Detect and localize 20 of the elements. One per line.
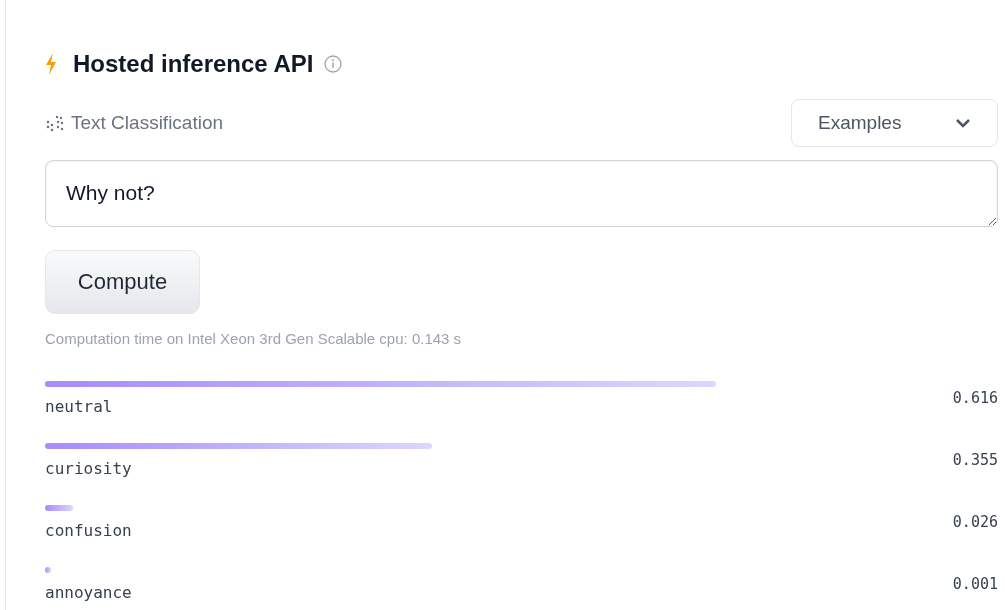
class-label: annoyance [45,582,132,602]
info-icon[interactable] [323,55,342,73]
compute-button[interactable]: Compute [45,250,200,314]
class-score: 0.026 [952,513,998,531]
examples-dropdown[interactable]: Examples [791,99,998,147]
class-label: neutral [45,396,113,416]
score-bar [45,566,51,573]
computation-time: Computation time on Intel Xeon 3rd Gen Scalable cpu: 0.143 s [45,330,463,347]
chevron-down-icon [955,118,971,128]
class-label: curiosity [45,458,132,478]
class-label: confusion [45,520,132,540]
class-score: 0.355 [952,451,998,469]
widget-title: Hosted inference API [73,50,314,78]
text-input[interactable]: Why not? [45,160,998,227]
class-score: 0.001 [952,575,998,593]
task-icon [45,114,65,132]
class-score: 0.616 [952,389,998,407]
lightning-icon [45,53,57,75]
score-bar [45,504,74,511]
task-label: Text Classification [71,112,224,134]
